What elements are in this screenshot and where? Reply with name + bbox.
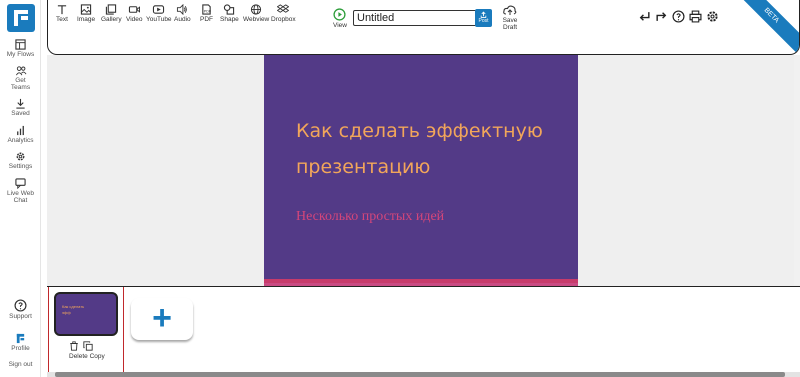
settings-gear-icon[interactable] [706,10,719,23]
slide-subtitle[interactable]: Несколько простых идей [296,207,566,227]
save-draft-label: Save Draft [502,17,518,31]
pdf-file-icon: PDF [202,4,212,15]
copy-button[interactable]: Copy [90,353,105,360]
shapes-icon [224,4,235,15]
sidebar-item-saved[interactable]: Saved [0,98,41,117]
sidebar-item-profile[interactable]: Profile [0,333,41,352]
svg-text:PDF: PDF [204,9,212,13]
slide-thumbnail-selected[interactable]: Как сделать эфф Delete Copy [48,287,124,373]
beta-ribbon: BETA [729,0,799,54]
gear-icon [16,152,25,161]
sidebar-item-live-web-chat[interactable]: Live Web Chat [0,178,41,204]
share-icon [480,11,487,18]
youtube-icon [153,5,165,14]
sidebar-item-my-flows[interactable]: My Flows [0,39,41,58]
slide-thumbnail[interactable]: Как сделать эфф [54,292,118,336]
sidebar-item-label: My Flows [6,51,35,58]
tool-pdf[interactable]: PDF PDF [200,4,213,23]
save-draft-button[interactable]: Save Draft [498,4,522,31]
cloud-upload-icon [503,5,517,15]
redo-icon[interactable] [655,10,668,23]
sidebar-item-label: Support [9,313,32,320]
view-button[interactable]: View [333,8,347,29]
sidebar-item-label: Saved [11,110,30,117]
undo-icon[interactable] [638,10,651,23]
tool-label: Webview [243,16,270,23]
tool-text[interactable]: Text [56,4,68,23]
tool-dropbox[interactable]: Dropbox [271,4,296,23]
vertical-scrollbar[interactable] [794,55,800,285]
users-icon [15,66,26,76]
sidebar-item-label: Analytics [7,137,34,144]
thumbnail-actions [69,341,93,351]
app-root: My Flows Get Teams Saved Analytics Setti… [0,0,800,377]
bar-chart-icon [17,125,24,136]
tool-label: PDF [200,16,213,23]
view-label: View [333,22,347,29]
play-circle-icon [333,8,347,21]
brand-mark-icon [16,333,25,344]
top-toolbar: Text Image Gallery Video YouTube Audio P… [47,0,800,55]
tool-image[interactable]: Image [77,4,95,23]
app-logo[interactable] [7,4,35,32]
tool-label: Text [56,16,68,23]
text-icon [57,5,67,15]
image-icon [80,4,92,15]
sidebar-item-label: Settings [8,163,33,170]
chat-bubble-icon [15,178,26,189]
tool-webview[interactable]: Webview [243,4,269,23]
globe-icon [251,4,262,15]
gallery-icon [106,4,117,15]
help-circle-icon [14,299,27,312]
sidebar-item-label: Profile [11,345,30,352]
thumbnail-title: Как сделать эфф [62,304,85,315]
tool-youtube[interactable]: YouTube [146,4,172,23]
sidebar-item-label: Get Teams [10,77,31,91]
post-button[interactable]: Post [475,9,492,27]
sidebar-item-sign-out[interactable]: Sign out [0,361,41,368]
add-slide-button[interactable]: + [131,298,193,340]
dropbox-icon [277,4,290,13]
print-icon[interactable] [689,10,702,23]
delete-button[interactable]: Delete [69,353,88,360]
tool-label: Audio [174,16,191,23]
sidebar-item-support[interactable]: Support [0,299,41,320]
slide-title[interactable]: Как сделать эффектную презентацию [296,113,566,185]
sidebar-item-label: Sign out [8,361,33,368]
editor-actions [638,10,719,23]
download-icon [16,98,25,109]
sidebar-item-get-teams[interactable]: Get Teams [0,65,41,91]
help-icon[interactable] [672,10,685,23]
slide-preview[interactable]: Как сделать эффектную презентацию Нескол… [264,55,578,287]
tool-label: Dropbox [271,16,296,23]
tool-label: Gallery [101,16,122,23]
post-label: Post [478,18,489,24]
left-sidebar: My Flows Get Teams Saved Analytics Setti… [0,0,41,377]
scrollbar-thumb[interactable] [55,372,785,377]
thumbnail-action-labels: Delete Copy [69,353,105,360]
tool-label: Shape [220,16,239,23]
tool-shape[interactable]: Shape [220,4,239,23]
copy-icon[interactable] [83,341,93,351]
horizontal-scrollbar[interactable] [47,372,800,377]
video-camera-icon [128,6,140,13]
filmstrip-divider [47,286,800,287]
trash-icon[interactable] [69,341,79,351]
sidebar-item-settings[interactable]: Settings [0,151,41,170]
tool-audio[interactable]: Audio [174,4,191,23]
editor-canvas[interactable]: Как сделать эффектную презентацию Нескол… [47,55,800,287]
flow-title-input[interactable] [353,10,477,26]
tool-video[interactable]: Video [126,4,143,23]
tool-label: Video [126,16,143,23]
sidebar-item-label: Live Web Chat [7,190,34,204]
layout-icon [15,39,26,50]
tool-gallery[interactable]: Gallery [101,4,122,23]
sidebar-item-analytics[interactable]: Analytics [0,125,41,144]
tool-label: YouTube [146,16,172,23]
tool-label: Image [77,16,96,23]
speaker-icon [177,4,188,15]
